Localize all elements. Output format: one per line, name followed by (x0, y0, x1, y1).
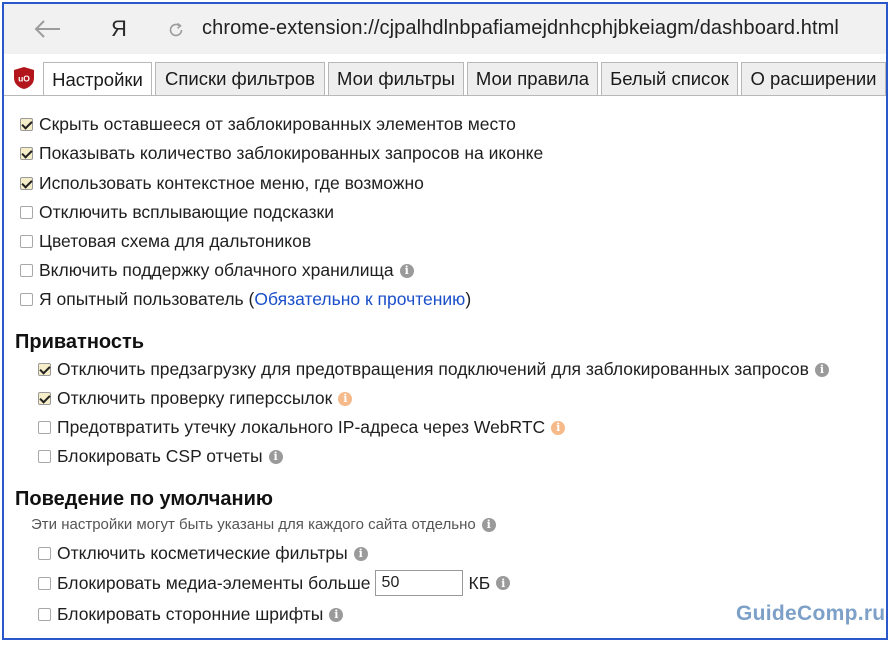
svg-text:uO: uO (18, 74, 30, 84)
checkbox[interactable] (20, 147, 33, 160)
ublock-logo-icon: uO (13, 66, 35, 90)
checkbox[interactable] (20, 118, 33, 131)
tab-whitelist[interactable]: Белый список (601, 62, 738, 95)
note-text: Эти настройки могут быть указаны для каж… (31, 516, 476, 533)
setting-label: Я опытный пользователь ( (39, 289, 254, 310)
setting-label: Предотвратить утечку локального IP-адрес… (57, 417, 545, 438)
tab-my-rules[interactable]: Мои правила (467, 62, 598, 95)
checkbox[interactable] (20, 293, 33, 306)
setting-label: Показывать количество заблокированных за… (39, 143, 543, 164)
default-behavior-note: Эти настройки могут быть указаны для каж… (31, 516, 496, 533)
reload-button[interactable] (162, 16, 190, 44)
setting-disable-tooltips[interactable]: Отключить всплывающие подсказки (20, 202, 334, 223)
setting-block-large-media[interactable]: Блокировать медиа-элементы больше КБ i (38, 570, 510, 596)
info-icon[interactable]: i (815, 363, 829, 377)
checkbox[interactable] (20, 264, 33, 277)
setting-block-remote-fonts[interactable]: Блокировать сторонние шрифты i (38, 604, 343, 625)
setting-label: Отключить косметические фильтры (57, 543, 348, 564)
setting-label: Отключить предзагрузку для предотвращени… (57, 359, 809, 380)
setting-label: Использовать контекстное меню, где возмо… (39, 173, 424, 194)
required-reading-link[interactable]: Обязательно к прочтению (254, 289, 465, 310)
checkbox[interactable] (20, 177, 33, 190)
setting-label: Отключить всплывающие подсказки (39, 202, 334, 223)
setting-context-menu[interactable]: Использовать контекстное меню, где возмо… (20, 173, 424, 194)
setting-label: Отключить проверку гиперссылок (57, 388, 332, 409)
setting-disable-hyperlink-auditing[interactable]: Отключить проверку гиперссылок i (38, 388, 352, 409)
yandex-button[interactable]: Я (104, 14, 134, 44)
checkbox[interactable] (38, 363, 51, 376)
warning-info-icon[interactable]: i (551, 421, 565, 435)
info-icon[interactable]: i (354, 547, 368, 561)
checkbox[interactable] (38, 547, 51, 560)
reload-icon (167, 21, 185, 39)
setting-icon-badge[interactable]: Показывать количество заблокированных за… (20, 143, 543, 164)
arrow-left-icon (32, 18, 62, 40)
media-size-input[interactable] (375, 570, 463, 596)
setting-hide-placeholders[interactable]: Скрыть оставшееся от заблокированных эле… (20, 114, 516, 135)
info-icon[interactable]: i (269, 450, 283, 464)
setting-label: Блокировать медиа-элементы больше (57, 573, 371, 594)
checkbox[interactable] (20, 206, 33, 219)
checkbox[interactable] (20, 235, 33, 248)
address-bar: Я chrome-extension://cjpalhdlnbpafiamejd… (4, 4, 886, 54)
url-field[interactable]: chrome-extension://cjpalhdlnbpafiamejdnh… (202, 17, 839, 40)
tab-my-filters[interactable]: Мои фильтры (328, 62, 464, 95)
setting-advanced-user[interactable]: Я опытный пользователь (Обязательно к пр… (20, 289, 471, 310)
tab-about[interactable]: О расширении (741, 62, 886, 95)
checkbox[interactable] (38, 421, 51, 434)
tab-settings[interactable]: Настройки (43, 62, 152, 96)
checkbox[interactable] (38, 577, 51, 590)
checkbox[interactable] (38, 450, 51, 463)
setting-disable-cosmetic[interactable]: Отключить косметические фильтры i (38, 543, 368, 564)
default-behavior-heading: Поведение по умолчанию (15, 488, 273, 511)
warning-info-icon[interactable]: i (338, 392, 352, 406)
setting-label: Включить поддержку облачного хранилища (39, 260, 394, 281)
setting-cloud-storage[interactable]: Включить поддержку облачного хранилища i (20, 260, 414, 281)
setting-block-csp-reports[interactable]: Блокировать CSP отчеты i (38, 446, 283, 467)
tab-filter-lists[interactable]: Списки фильтров (155, 62, 325, 95)
info-icon[interactable]: i (400, 264, 414, 278)
info-icon[interactable]: i (482, 518, 496, 532)
privacy-heading: Приватность (15, 331, 144, 354)
setting-label: Блокировать сторонние шрифты (57, 604, 323, 625)
info-icon[interactable]: i (496, 576, 510, 590)
checkbox[interactable] (38, 392, 51, 405)
setting-disable-prefetch[interactable]: Отключить предзагрузку для предотвращени… (38, 359, 829, 380)
back-button[interactable] (30, 14, 64, 44)
setting-colorblind[interactable]: Цветовая схема для дальтоников (20, 231, 311, 252)
size-unit-label: КБ (469, 573, 491, 594)
setting-webrtc-leak[interactable]: Предотвратить утечку локального IP-адрес… (38, 417, 565, 438)
setting-label: Скрыть оставшееся от заблокированных эле… (39, 114, 516, 135)
setting-label-suffix: ) (465, 289, 471, 310)
setting-label: Цветовая схема для дальтоников (39, 231, 311, 252)
tab-strip-divider (4, 95, 886, 96)
checkbox[interactable] (38, 608, 51, 621)
watermark: GuideComp.ru (736, 602, 885, 626)
info-icon[interactable]: i (329, 608, 343, 622)
browser-window: Я chrome-extension://cjpalhdlnbpafiamejd… (2, 2, 888, 640)
setting-label: Блокировать CSP отчеты (57, 446, 263, 467)
